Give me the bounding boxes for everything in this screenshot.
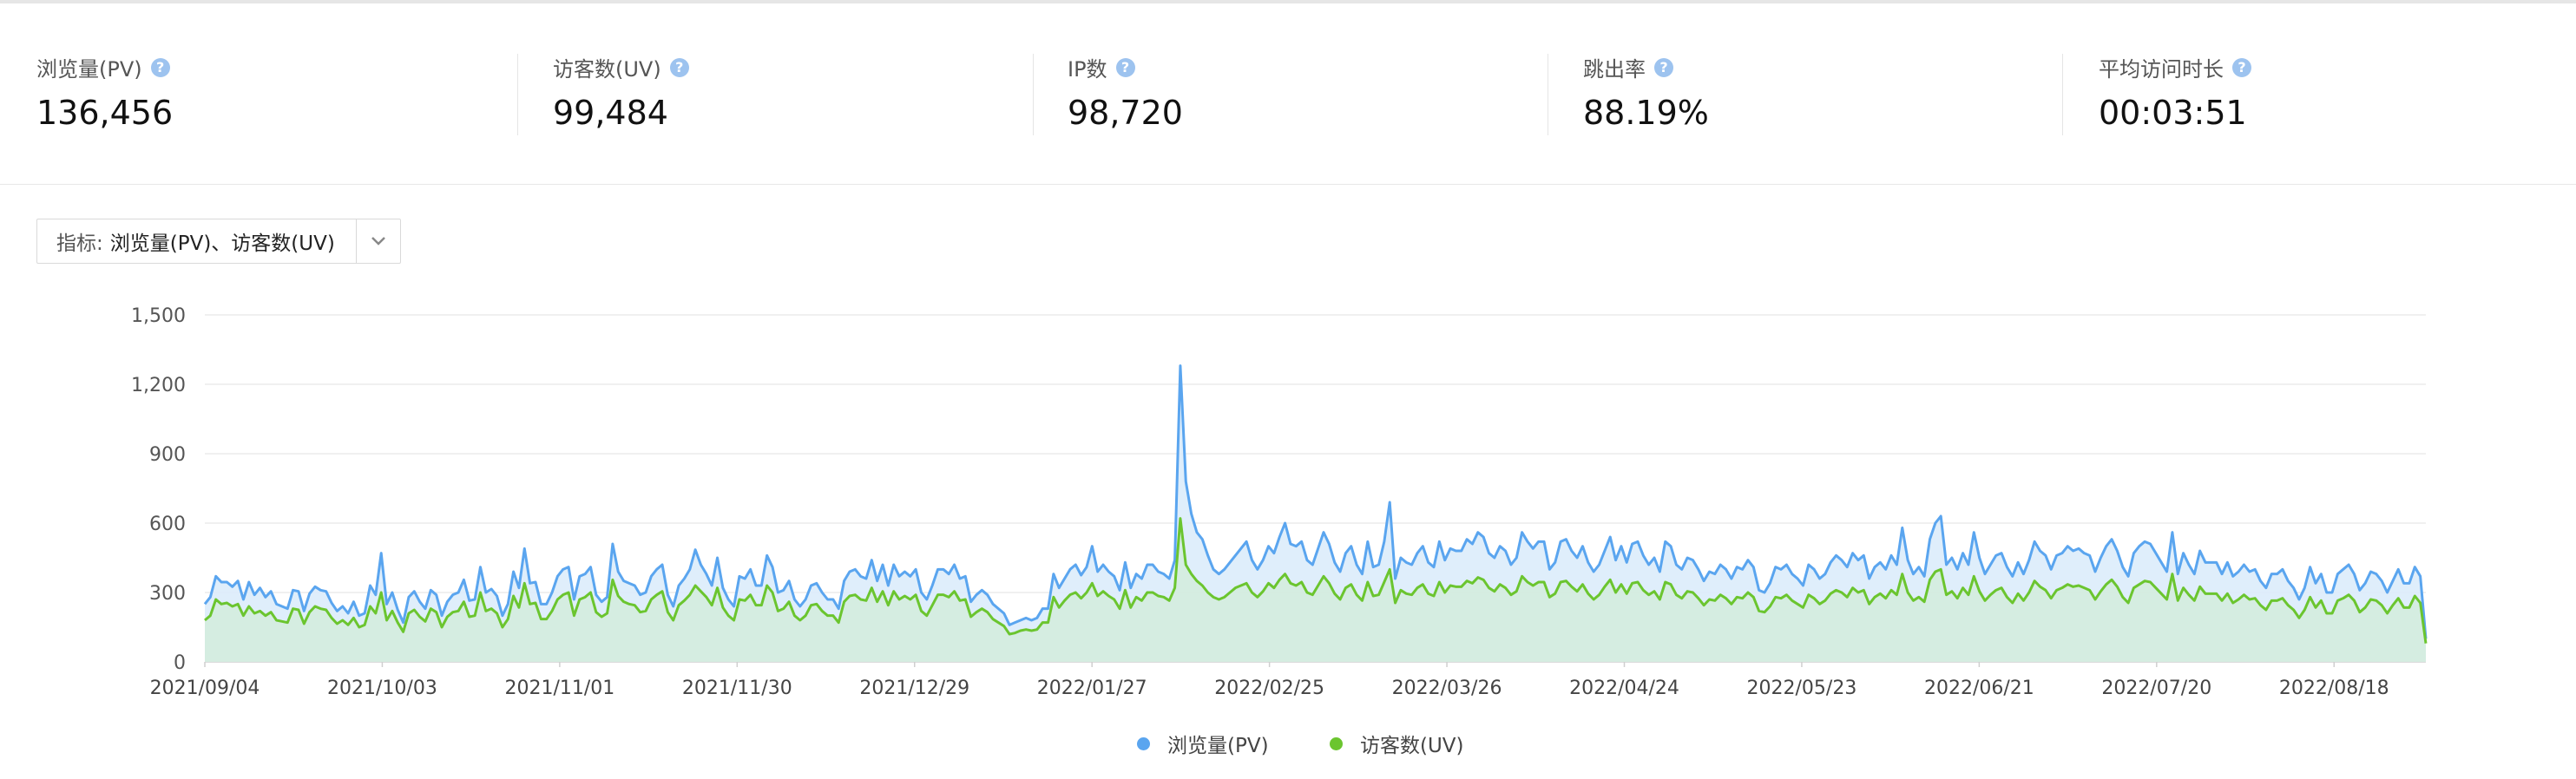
y-tick-label: 300 [149, 583, 186, 605]
stat-label: IP数 [1068, 57, 1107, 82]
x-tick-label: 2022/02/25 [1214, 678, 1324, 699]
stat-value: 00:03:51 [2099, 94, 2247, 132]
help-icon[interactable]: ? [2232, 57, 2251, 77]
legend-item-uv[interactable]: 访客数(UV) [1330, 729, 1464, 758]
stat-label: 浏览量(PV) [36, 57, 142, 82]
legend-label-pv: 浏览量(PV) [1167, 735, 1269, 757]
trend-chart: 0 300 600 900 1,200 1,500 2021/09/04 2021/10/03… [131, 305, 2428, 699]
metric-selector-value: 浏览量(PV)、访客数(UV) [109, 232, 335, 255]
x-tick-label: 2022/01/27 [1037, 678, 1147, 699]
x-tick-label: 2021/11/30 [682, 678, 792, 699]
stat-value: 99,484 [553, 94, 668, 132]
help-icon[interactable]: ? [669, 57, 689, 77]
metric-selector-label: 指标: [56, 232, 103, 255]
x-tick-label: 2022/06/21 [1924, 678, 2034, 699]
stat-value: 88.19% [1583, 94, 1709, 132]
metric-selector[interactable]: 指标: 浏览量(PV)、访客数(UV) [36, 219, 401, 264]
x-tick-label: 2022/03/26 [1392, 678, 1502, 699]
y-tick-label: 1,200 [131, 375, 186, 396]
legend-marker-pv [1137, 736, 1150, 750]
y-tick-label: 0 [174, 652, 186, 674]
y-tick-label: 900 [149, 444, 186, 466]
x-tick-label: 2022/08/18 [2279, 678, 2389, 699]
legend-marker-uv [1330, 736, 1343, 750]
summary-stats: 浏览量(PV)? 136,456 访客数(UV)? 99,484 IP数? 98… [0, 3, 2576, 185]
stat-value: 98,720 [1068, 94, 1183, 132]
help-icon[interactable]: ? [1654, 57, 1673, 77]
x-tick-label: 2021/12/29 [859, 678, 969, 699]
x-tick-label: 2021/10/03 [327, 678, 437, 699]
divider [1033, 54, 1034, 135]
x-tick-label: 2022/05/23 [1747, 678, 1857, 699]
legend-item-pv[interactable]: 浏览量(PV) [1137, 729, 1269, 758]
x-tick-label: 2022/07/20 [2101, 678, 2211, 699]
divider [517, 54, 518, 135]
x-tick-label: 2021/11/01 [504, 678, 614, 699]
x-tick-label: 2022/04/24 [1569, 678, 1679, 699]
y-tick-label: 600 [149, 514, 186, 535]
help-icon[interactable]: ? [150, 57, 170, 77]
divider [2062, 54, 2063, 135]
y-tick-label: 1,500 [131, 305, 186, 327]
chart-legend: 浏览量(PV) 访客数(UV) [0, 729, 2576, 763]
stat-label: 访客数(UV) [553, 57, 661, 82]
stat-label: 平均访问时长 [2099, 57, 2224, 82]
stat-label: 跳出率 [1583, 57, 1646, 82]
chevron-down-icon[interactable] [356, 219, 400, 263]
help-icon[interactable]: ? [1115, 57, 1135, 77]
stat-value: 136,456 [36, 94, 174, 132]
x-tick-label: 2021/09/04 [150, 678, 260, 699]
legend-label-uv: 访客数(UV) [1360, 735, 1464, 757]
